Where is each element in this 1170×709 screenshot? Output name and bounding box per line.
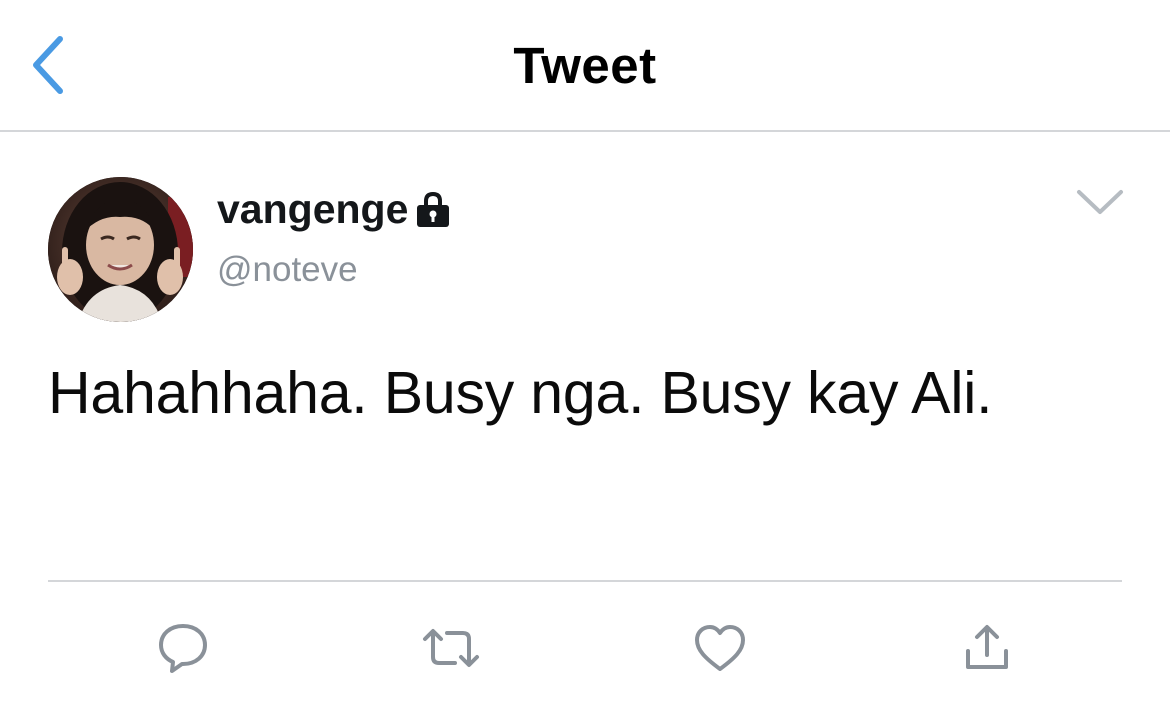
tweet-detail-screen: Tweet vangenge @noteve Hahahhaha. Busy n… [0,0,1170,709]
retweet-button[interactable] [421,618,481,678]
author-handle[interactable]: @noteve [217,250,358,290]
author-name-row[interactable]: vangenge [217,186,452,233]
reply-button[interactable] [153,618,213,678]
avatar-image [48,177,193,322]
heart-icon [695,625,745,671]
divider [48,580,1122,582]
nav-header: Tweet [0,0,1170,132]
share-icon [966,625,1008,669]
like-button[interactable] [690,618,750,678]
tweet-text: Hahahhaha. Busy nga. Busy kay Ali. [48,360,993,426]
tweet-menu-button[interactable] [1072,182,1128,222]
author-name: vangenge [217,186,409,232]
reply-icon [159,624,207,673]
chevron-down-icon [1077,190,1123,214]
page-title: Tweet [513,37,657,94]
avatar[interactable] [48,177,193,322]
retweet-icon [423,629,479,667]
share-button[interactable] [957,618,1017,678]
lock-icon [417,191,450,227]
